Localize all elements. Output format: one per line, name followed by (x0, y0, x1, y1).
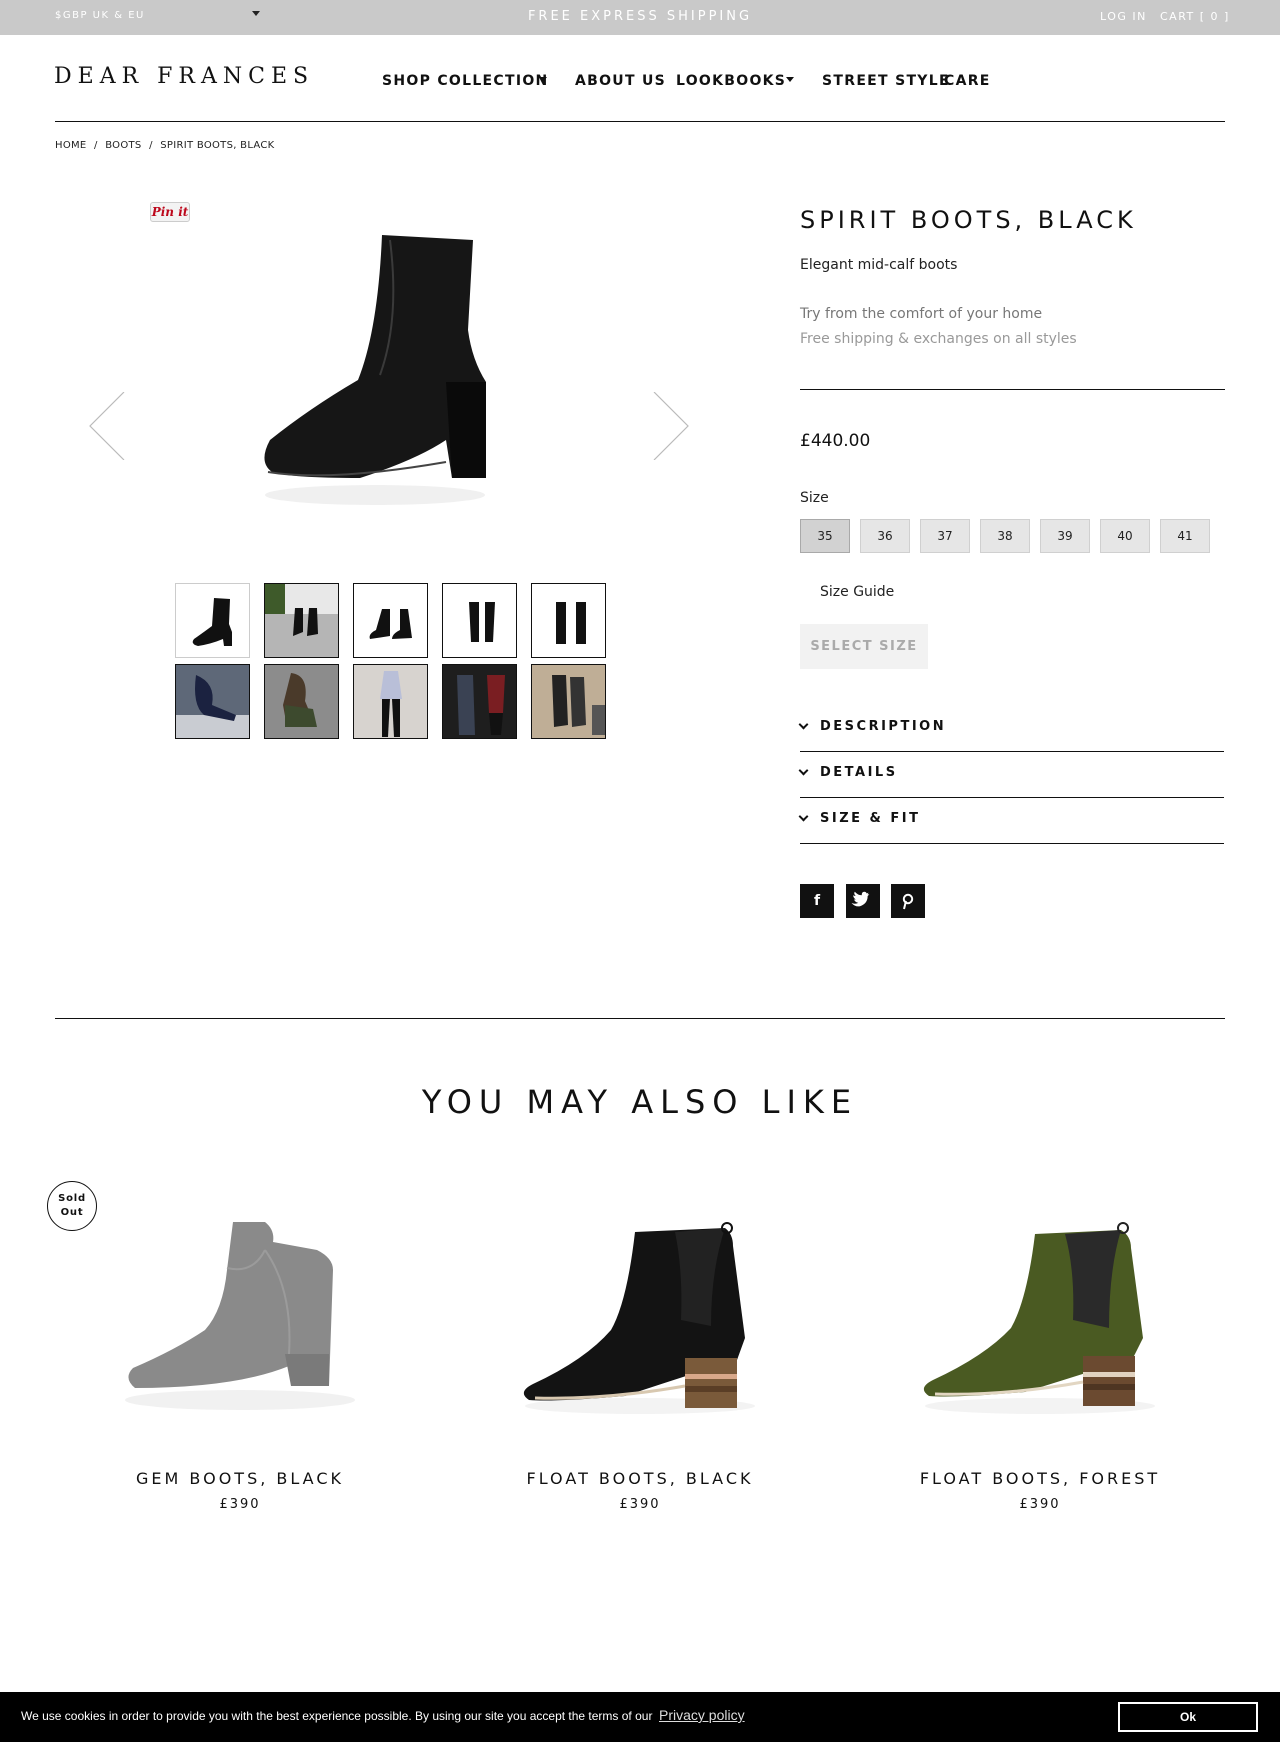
facebook-share-icon[interactable]: f (800, 884, 834, 918)
recommendation-price: £390 (619, 1497, 661, 1512)
thumbnail-9[interactable] (442, 664, 517, 739)
cart-link[interactable]: CART [ 0 ] (1160, 10, 1230, 23)
product-title: SPIRIT BOOTS, BLACK (800, 206, 1137, 234)
cookie-message: We use cookies in order to provide you w… (21, 1709, 653, 1723)
breadcrumb-current: SPIRIT BOOTS, BLACK (160, 140, 275, 151)
pinterest-share-icon[interactable] (891, 884, 925, 918)
section-divider (55, 1018, 1225, 1019)
size-guide-link[interactable]: Size Guide (820, 584, 894, 600)
top-bar: $GBP UK & EU FREE EXPRESS SHIPPING LOG I… (0, 0, 1280, 35)
recommendation-price: £390 (219, 1497, 261, 1512)
recommendation-price: £390 (1019, 1497, 1061, 1512)
pinterest-pin-button[interactable]: Pin it (150, 202, 190, 222)
thumbnail-3[interactable] (353, 583, 428, 658)
site-logo[interactable]: DEAR FRANCES (54, 64, 314, 89)
recommendation-image-gem-boots[interactable] (115, 1210, 365, 1440)
accordion-size-fit[interactable]: SIZE & FIT (798, 798, 1224, 844)
next-image-arrow-icon[interactable] (650, 392, 718, 460)
thumbnail-6[interactable] (175, 664, 250, 739)
thumbnail-7[interactable] (264, 664, 339, 739)
accordion-label: DESCRIPTION (820, 719, 947, 734)
previous-image-arrow-icon[interactable] (88, 392, 156, 460)
chevron-down-icon[interactable] (539, 77, 547, 82)
thumbnail-8[interactable] (353, 664, 428, 739)
thumbnail-1[interactable] (175, 583, 250, 658)
thumbnail-2[interactable] (264, 583, 339, 658)
chevron-down-icon[interactable] (786, 77, 794, 82)
header-divider (55, 121, 1225, 122)
thumbnail-4[interactable] (442, 583, 517, 658)
breadcrumb: HOME / BOOTS / SPIRIT BOOTS, BLACK (55, 140, 279, 151)
accordion-details[interactable]: DETAILS (798, 752, 1224, 798)
recommendation-name[interactable]: FLOAT BOOTS, BLACK (440, 1469, 840, 1488)
size-option-36[interactable]: 36 (860, 519, 910, 553)
main-product-image[interactable] (240, 210, 510, 520)
product-price: £440.00 (800, 431, 871, 451)
nav-care[interactable]: CARE (944, 73, 991, 89)
size-label: Size (800, 490, 829, 506)
login-link[interactable]: LOG IN (1100, 10, 1147, 23)
product-subtitle: Elegant mid-calf boots (800, 257, 958, 273)
twitter-share-icon[interactable] (846, 884, 880, 918)
accordion-label: SIZE & FIT (820, 811, 921, 826)
chevron-down-icon (798, 811, 809, 822)
thumbnail-5[interactable] (531, 583, 606, 658)
accordion-description[interactable]: DESCRIPTION (798, 706, 1224, 752)
breadcrumb-boots[interactable]: BOOTS (105, 140, 141, 151)
nav-street-style[interactable]: STREET STYLE (822, 73, 950, 89)
info-divider (800, 389, 1225, 390)
promo-banner: FREE EXPRESS SHIPPING (527, 9, 753, 24)
cookie-ok-button[interactable]: Ok (1118, 1702, 1258, 1732)
recommendations-heading: YOU MAY ALSO LIKE (421, 1083, 859, 1121)
breadcrumb-home[interactable]: HOME (55, 140, 87, 151)
recommendation-image-float-boots-forest[interactable] (915, 1210, 1165, 1440)
recommendation-name[interactable]: FLOAT BOOTS, FOREST (840, 1469, 1240, 1488)
breadcrumb-separator: / (94, 140, 98, 151)
accordion-label: DETAILS (820, 765, 898, 780)
size-option-37[interactable]: 37 (920, 519, 970, 553)
chevron-down-icon (798, 765, 809, 776)
cookie-banner: We use cookies in order to provide you w… (0, 1692, 1280, 1742)
nav-lookbooks[interactable]: LOOKBOOKS (676, 73, 786, 89)
privacy-policy-link[interactable]: Privacy policy (659, 1707, 745, 1723)
free-shipping-note: Free shipping & exchanges on all styles (800, 331, 1077, 347)
size-option-35[interactable]: 35 (800, 519, 850, 553)
size-option-39[interactable]: 39 (1040, 519, 1090, 553)
chevron-down-icon (798, 719, 809, 730)
nav-about-us[interactable]: ABOUT US (575, 73, 666, 89)
sold-out-badge: Sold Out (47, 1181, 97, 1231)
nav-shop-collection[interactable]: SHOP COLLECTION (382, 73, 549, 89)
size-option-41[interactable]: 41 (1160, 519, 1210, 553)
size-option-40[interactable]: 40 (1100, 519, 1150, 553)
thumbnail-10[interactable] (531, 664, 606, 739)
breadcrumb-separator: / (149, 140, 153, 151)
try-at-home-heading: Try from the comfort of your home (800, 306, 1043, 322)
recommendation-image-float-boots-black[interactable] (515, 1210, 765, 1440)
recommendation-name[interactable]: GEM BOOTS, BLACK (40, 1469, 440, 1488)
size-option-38[interactable]: 38 (980, 519, 1030, 553)
select-size-button[interactable]: SELECT SIZE (800, 624, 928, 669)
